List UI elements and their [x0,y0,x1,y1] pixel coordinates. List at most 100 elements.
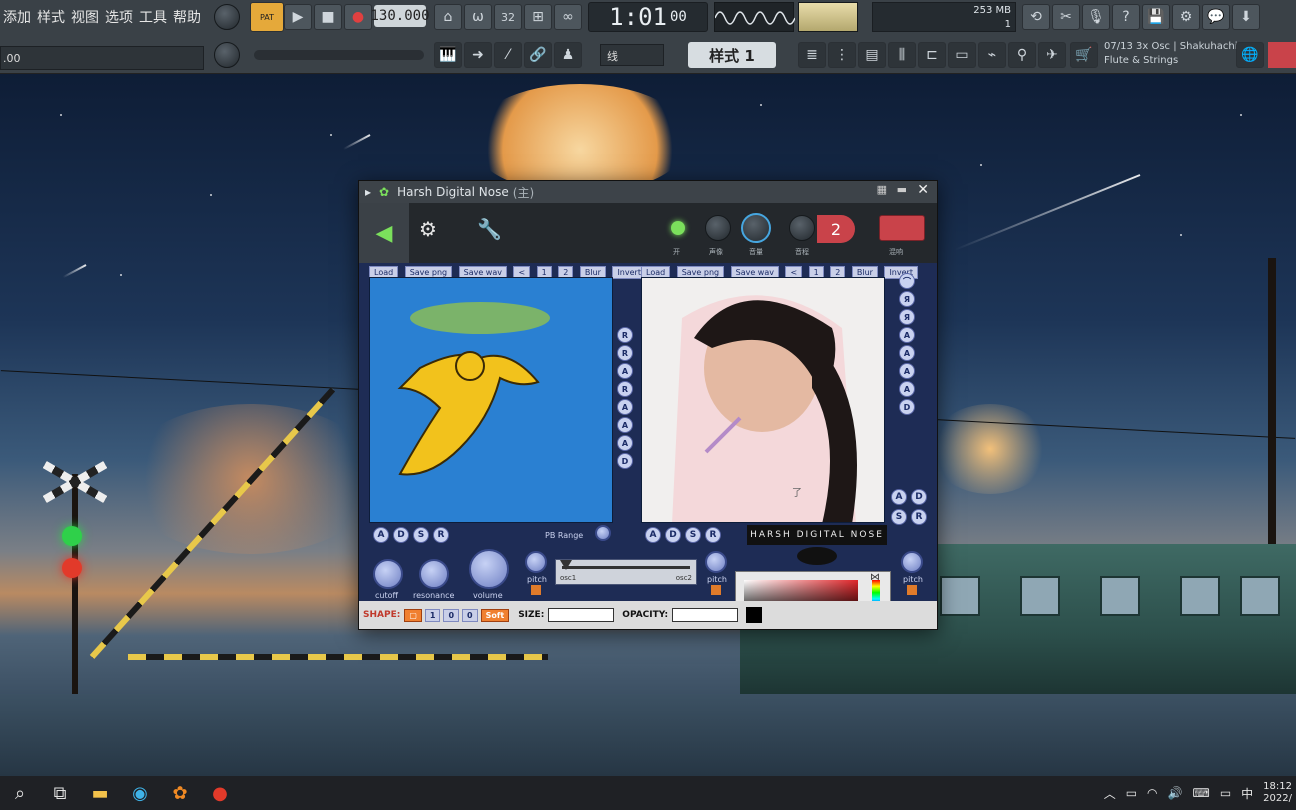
pitch-knob-far-right[interactable] [901,551,923,573]
side-control-a4[interactable]: A [617,435,633,451]
play-button[interactable]: ▶ [284,4,312,30]
pitch-knob-right[interactable] [705,551,727,573]
task-view-icon[interactable]: ⧉ [40,776,80,810]
stop-button[interactable]: ■ [314,4,342,30]
loop-record-button[interactable]: ∞ [554,4,582,30]
pitch-left-toggle[interactable] [531,585,541,595]
channel-rack-button[interactable]: ⋮ [828,42,856,68]
right-control-6[interactable]: A [899,363,915,379]
size-slider[interactable] [548,608,615,622]
save-button[interactable]: 💾 [1142,4,1170,30]
edge-browser-icon[interactable]: ◉ [120,776,160,810]
menu-add[interactable]: 添加 [0,7,34,27]
keyboard-icon[interactable]: ⌨ [1192,786,1209,800]
display-icon[interactable]: ▭ [1220,786,1231,800]
side-control-a3[interactable]: A [617,417,633,433]
file-explorer-icon[interactable]: ▬ [80,776,120,810]
battery-icon[interactable]: ▭ [1126,786,1137,800]
right-control-7[interactable]: A [899,381,915,397]
master-pitch-knob[interactable] [214,42,240,68]
menu-view[interactable]: 视图 [68,7,102,27]
side-control-r[interactable]: R [617,327,633,343]
power-led[interactable] [671,221,685,235]
volume-knob-big[interactable] [469,549,509,589]
shape-2-button[interactable]: 0 [443,608,460,622]
help-button[interactable]: ? [1112,4,1140,30]
right-image-canvas[interactable]: 了 [641,277,885,523]
slider-handle[interactable] [560,560,572,570]
volume-icon[interactable]: 🔊 [1168,786,1183,800]
left-image-canvas[interactable] [369,277,613,523]
resonance-knob[interactable] [419,559,449,589]
left-adsr-s[interactable]: S [413,527,429,543]
menu-help[interactable]: 帮助 [170,7,204,27]
browser-button[interactable]: ⊏ [918,42,946,68]
metronome-button[interactable]: ⌂ [434,4,462,30]
shop-button[interactable]: 🛒 [1070,42,1098,68]
plugin-titlebar[interactable]: ▸ ✿ Harsh Digital Nose (主) [359,181,937,203]
ime-indicator[interactable]: 中 [1241,785,1253,802]
stamp-button[interactable]: ♟ [554,42,582,68]
download-button[interactable]: ⬇ [1232,4,1260,30]
menu-tools[interactable]: 工具 [136,7,170,27]
chevron-up-icon[interactable]: ︿ [1104,785,1116,802]
right-control-3[interactable]: Я [899,309,915,325]
master-slider[interactable] [254,50,424,60]
mid-adsr-r[interactable]: R [705,527,721,543]
piano-roll-window-button[interactable]: ▤ [858,42,886,68]
render-button[interactable]: ⚙ [1172,4,1200,30]
pattern-selector[interactable]: 样式 1 [688,42,776,68]
touch-controller-button[interactable]: ⚲ [1008,42,1036,68]
countdown-button[interactable]: 32 [494,4,522,30]
plugin-picker-button[interactable]: ⌁ [978,42,1006,68]
side-control-a[interactable]: A [617,363,633,379]
track-button[interactable] [879,215,925,241]
side-control-a2[interactable]: A [617,399,633,415]
shape-3-button[interactable]: 0 [462,608,478,622]
flag-button[interactable] [1268,42,1296,68]
right-control-5[interactable]: A [899,345,915,361]
master-volume-knob[interactable] [214,4,240,30]
pitch-knob[interactable] [789,215,815,241]
chat-button[interactable]: 💬 [1202,4,1230,30]
globe-button[interactable]: 🌐 [1236,42,1264,68]
soft-button[interactable]: Soft [480,608,510,622]
right-adsr-a[interactable]: A [891,489,907,505]
side-control-r3[interactable]: R [617,381,633,397]
cut-button[interactable]: ✂ [1052,4,1080,30]
project-button[interactable]: ▭ [948,42,976,68]
snap-select[interactable]: 线 [600,44,664,66]
audio-input-button[interactable]: 🎙 [1082,4,1110,30]
pan-knob[interactable] [705,215,731,241]
next-button[interactable]: ➜ [464,42,492,68]
tempo-display[interactable]: 130.000 [371,5,430,27]
plugin-settings-icon[interactable]: ⚙ [419,217,437,241]
left-adsr-d[interactable]: D [393,527,409,543]
right-adsr-r[interactable]: R [911,509,927,525]
brush-color-swatch[interactable] [746,607,763,623]
left-adsr-a[interactable]: A [373,527,389,543]
news-panel[interactable]: 07/13 3x Osc | Shakuhachi Flute & String… [1104,40,1244,70]
pitch-far-right-toggle[interactable] [907,585,917,595]
right-control-2[interactable]: Я [899,291,915,307]
step-edit-button[interactable]: ⊞ [524,4,552,30]
minimize-icon[interactable]: ▬ [897,183,907,196]
shape-square-button[interactable]: ▢ [404,608,422,622]
right-adsr-d[interactable]: D [911,489,927,505]
right-control-1[interactable]: ⌒ [899,273,915,289]
right-control-8[interactable]: D [899,399,915,415]
volume-knob[interactable] [741,213,771,243]
undo-button[interactable]: ⟲ [1022,4,1050,30]
menu-patterns[interactable]: 样式 [34,7,68,27]
piano-roll-button[interactable]: 🎹 [434,42,462,68]
record-button[interactable]: ● [344,4,372,30]
side-control-d[interactable]: D [617,453,633,469]
song-time-display[interactable]: 1:01 00 [588,2,708,32]
wait-input-button[interactable]: ω [464,4,492,30]
pitch-knob-left[interactable] [525,551,547,573]
mid-adsr-s[interactable]: S [685,527,701,543]
left-adsr-r[interactable]: R [433,527,449,543]
close-icon[interactable]: ✕ [917,182,929,198]
search-icon[interactable]: ⌕ [0,776,40,810]
clock[interactable]: 18:12 2022/ [1263,781,1292,805]
